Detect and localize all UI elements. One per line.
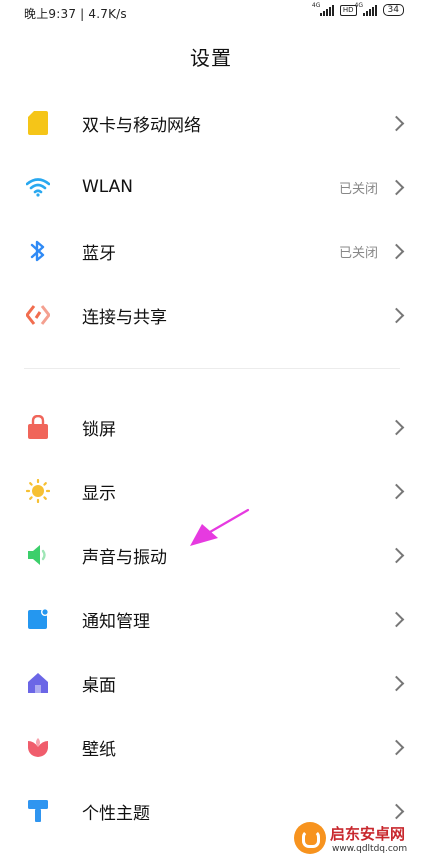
status-bar: 晚上9:37 | 4.7K/s 4G HD 4G 34	[0, 0, 422, 26]
chevron-right-icon	[388, 611, 405, 627]
settings-item-value: 已关闭	[338, 181, 378, 197]
chevron-right-icon	[388, 675, 405, 691]
settings-item-wallpaper[interactable]: 壁纸	[0, 722, 422, 772]
wifi-icon	[26, 175, 50, 199]
signal-icon-2: 4G	[355, 2, 377, 16]
settings-item-dual-sim[interactable]: 双卡与移动网络	[0, 98, 422, 148]
signal-icon: 4G	[312, 2, 334, 16]
chevron-right-icon	[388, 115, 405, 131]
settings-item-bluetooth[interactable]: 蓝牙 已关闭	[0, 226, 422, 276]
chevron-right-icon	[388, 483, 405, 499]
site-watermark: 启东安卓网 www.qdltdq.com	[292, 822, 422, 862]
watermark-logo-icon	[294, 822, 326, 854]
status-time: 晚上9:37 | 4.7K/s	[24, 7, 127, 21]
settings-item-label: 声音与振动	[82, 547, 167, 568]
notification-icon	[26, 607, 50, 631]
status-indicators: 4G HD 4G 34	[312, 2, 404, 16]
settings-item-lock-screen[interactable]: 锁屏	[0, 402, 422, 452]
lock-icon	[26, 415, 50, 439]
settings-item-value: 已关闭	[338, 245, 378, 261]
flower-icon	[26, 735, 50, 759]
settings-item-label: 连接与共享	[82, 307, 167, 328]
speaker-icon	[26, 543, 50, 567]
battery-icon: 34	[382, 4, 404, 16]
share-connect-icon	[26, 303, 50, 327]
settings-item-label: 个性主题	[82, 803, 150, 824]
annotation-arrow-icon	[190, 508, 250, 546]
chevron-right-icon	[388, 307, 405, 323]
network-type-label-2: 4G	[354, 2, 364, 9]
watermark-name: 启东安卓网	[330, 825, 406, 843]
settings-item-label: 桌面	[82, 675, 116, 696]
settings-item-wlan[interactable]: WLAN 已关闭	[0, 162, 422, 212]
chevron-right-icon	[388, 243, 405, 259]
home-icon	[26, 671, 50, 695]
settings-item-notifications[interactable]: 通知管理	[0, 594, 422, 644]
network-type-label: 4G	[311, 2, 321, 9]
watermark-url: www.qdltdq.com	[332, 844, 408, 854]
settings-item-label: 双卡与移动网络	[82, 115, 201, 136]
chevron-right-icon	[388, 739, 405, 755]
page-title: 设置	[190, 46, 232, 70]
chevron-right-icon	[388, 419, 405, 435]
settings-item-label: 蓝牙	[82, 243, 116, 264]
settings-item-label: WLAN	[82, 177, 134, 197]
chevron-right-icon	[388, 547, 405, 563]
settings-item-label: 壁纸	[82, 739, 116, 760]
sun-icon	[26, 479, 50, 503]
theme-brush-icon	[26, 799, 50, 823]
sim-card-icon	[26, 111, 50, 135]
settings-item-label: 锁屏	[82, 419, 116, 440]
settings-item-label: 通知管理	[82, 611, 150, 632]
settings-item-connection-sharing[interactable]: 连接与共享	[0, 290, 422, 340]
settings-item-home-screen[interactable]: 桌面	[0, 658, 422, 708]
settings-item-label: 显示	[82, 483, 116, 504]
chevron-right-icon	[388, 803, 405, 819]
chevron-right-icon	[388, 179, 405, 195]
section-divider	[24, 368, 400, 369]
bluetooth-icon	[26, 239, 50, 263]
